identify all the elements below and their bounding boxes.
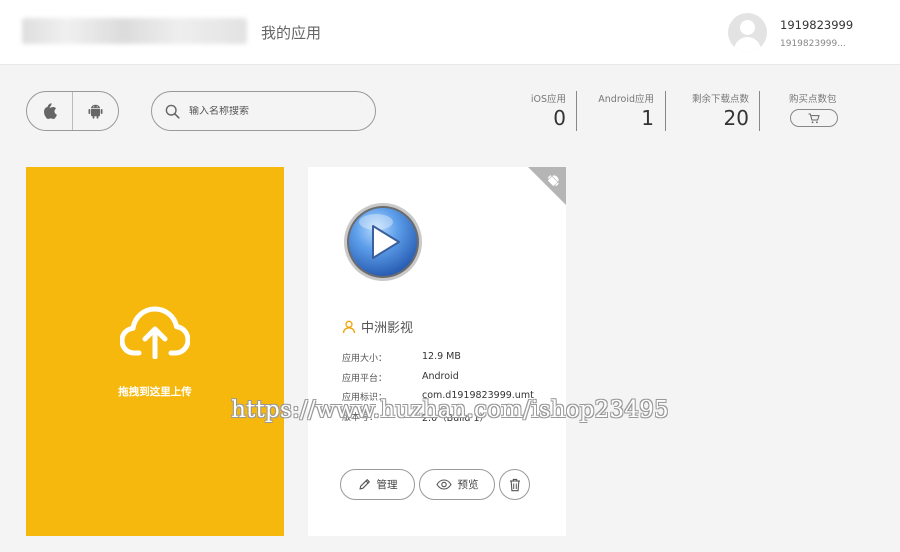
buy-points-label: 购买点数包: [789, 94, 837, 105]
stat-divider: [576, 91, 577, 131]
stat-divider: [759, 91, 760, 131]
avatar-body: [734, 37, 761, 52]
user-name[interactable]: 1919823999: [780, 18, 853, 32]
upload-dropzone[interactable]: 拖拽到这里上传: [26, 167, 284, 536]
manage-label: 管理: [376, 479, 398, 491]
search-input[interactable]: [189, 105, 359, 117]
preview-button[interactable]: 预览: [419, 469, 495, 500]
site-logo[interactable]: [22, 18, 247, 44]
user-icon: [342, 320, 356, 333]
app-info-size: 应用大小： 12.9 MB: [342, 351, 461, 364]
app-name[interactable]: 中洲影视: [361, 317, 413, 336]
info-label: 应用平台：: [342, 374, 388, 384]
info-value: Android: [422, 371, 459, 382]
search-box: [151, 91, 376, 131]
stat-ios-apps: iOS应用 0: [520, 91, 566, 128]
stat-divider: [665, 91, 666, 131]
filter-android-button[interactable]: [72, 92, 118, 130]
stat-remaining-downloads: 剩余下载点数 20: [680, 91, 749, 128]
android-icon: [88, 104, 103, 119]
top-header: 我的应用 1919823999 1919823999...: [0, 0, 900, 65]
app-icon: [344, 203, 422, 281]
cart-icon: [808, 113, 820, 123]
app-title: 中洲影视: [342, 317, 413, 336]
stat-value: 0: [553, 106, 566, 130]
stat-value: 1: [641, 106, 654, 130]
info-value: 12.9 MB: [422, 351, 461, 362]
info-label: 应用大小：: [342, 354, 388, 364]
trash-icon: [509, 478, 520, 491]
user-subtitle: 1919823999...: [780, 39, 846, 49]
search-icon: [165, 104, 180, 119]
apple-icon: [43, 103, 57, 119]
buy-points-button[interactable]: [790, 109, 838, 127]
app-card[interactable]: 中洲影视 应用大小： 12.9 MB 应用平台： Android 应用标识： c…: [308, 167, 566, 536]
preview-label: 预览: [457, 479, 479, 491]
app-info-platform: 应用平台： Android: [342, 371, 459, 384]
platform-corner-tag: [528, 167, 566, 205]
eye-icon: [435, 479, 452, 490]
stat-label: Android应用: [598, 94, 654, 105]
watermark-text: https://www.huzhan.com/ishop23495: [231, 397, 669, 423]
manage-button[interactable]: 管理: [340, 469, 415, 500]
delete-button[interactable]: [499, 469, 530, 500]
cloud-upload-icon: [120, 306, 190, 359]
user-avatar[interactable]: [728, 13, 767, 52]
pencil-icon: [358, 479, 370, 490]
stat-value: 20: [723, 106, 749, 130]
platform-filter: [26, 91, 119, 131]
stat-label: 剩余下载点数: [691, 94, 749, 105]
page-title: 我的应用: [261, 24, 322, 42]
avatar-head: [740, 20, 755, 35]
stat-android-apps: Android应用 1: [590, 91, 654, 128]
stat-label: iOS应用: [530, 94, 566, 105]
filter-ios-button[interactable]: [27, 92, 72, 130]
